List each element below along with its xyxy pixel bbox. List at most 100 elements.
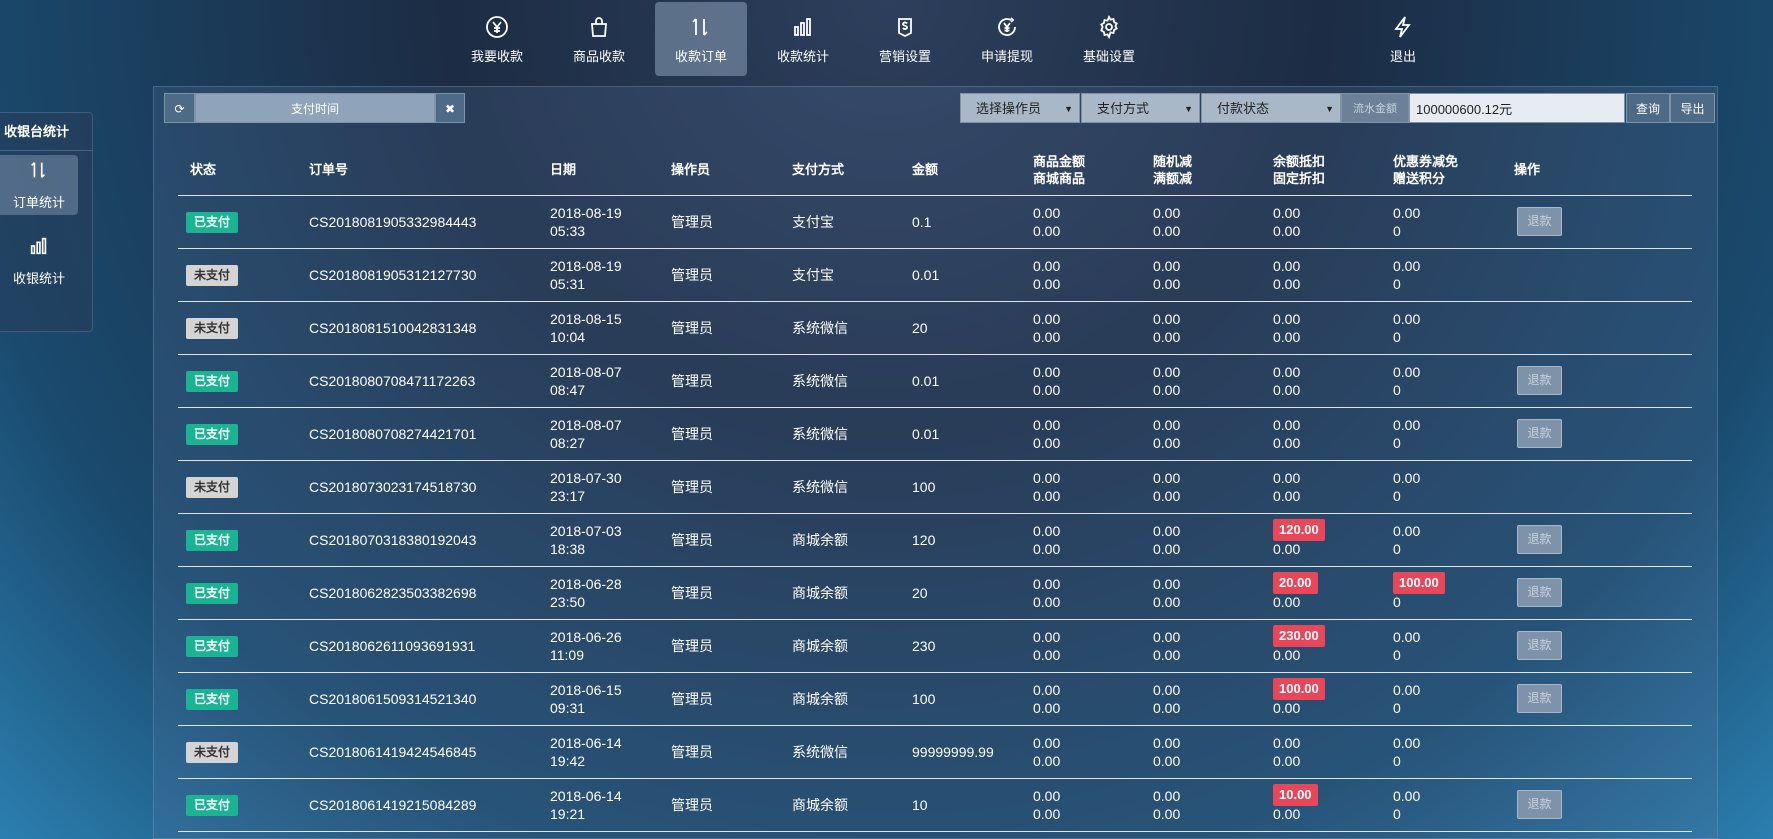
refund-button[interactable]: 退款	[1517, 419, 1562, 448]
refund-button[interactable]: 退款	[1517, 684, 1562, 713]
operator: 管理员	[671, 744, 713, 760]
coupon-amounts: 0.00 0	[1393, 204, 1420, 240]
nav-payment-stats[interactable]: 收款统计	[757, 2, 849, 76]
order-time: 19:42	[550, 753, 586, 769]
nav-payment-orders[interactable]: 收款订单	[655, 2, 747, 76]
coupon-amounts: 0.00 0	[1393, 522, 1420, 558]
amount: 100	[912, 691, 936, 707]
mall-goods-amount: 0.00	[1033, 329, 1061, 345]
order-datetime: 2018-06-28 23:50	[550, 575, 622, 611]
random-discount: 0.00	[1153, 523, 1181, 539]
bonus-points: 0	[1393, 594, 1401, 610]
header-random-line2: 满额减	[1153, 171, 1193, 186]
nav-receive-payment[interactable]: 我要收款	[451, 2, 543, 76]
full-reduction: 0.00	[1153, 541, 1181, 557]
random-amounts: 0.00 0.00	[1153, 681, 1180, 717]
coupon-reduction-tag: 100.00	[1393, 572, 1445, 594]
pay-method-select[interactable]: 支付方式 ▼	[1081, 93, 1200, 123]
refund-button[interactable]: 退款	[1517, 790, 1562, 819]
coupon-amounts: 0.00 0	[1393, 787, 1420, 823]
full-reduction: 0.00	[1153, 435, 1181, 451]
order-date: 2018-08-07	[550, 417, 622, 433]
coupon-amounts: 0.00 0	[1393, 734, 1420, 770]
status-badge: 未支付	[186, 318, 239, 339]
coupon-amounts: 0.00 0	[1393, 681, 1420, 717]
order-datetime: 2018-07-03 18:38	[550, 522, 622, 558]
operator-select[interactable]: 选择操作员 ▼	[960, 93, 1080, 123]
order-no: CS2018062823503382698	[309, 585, 477, 601]
operator: 管理员	[671, 479, 713, 495]
amount: 230	[912, 638, 936, 654]
nav-logout[interactable]: 退出	[1357, 2, 1449, 76]
filter-toolbar: ⟳ 支付时间 ✖ 选择操作员 ▼ 支付方式 ▼ 付款状态 ▼ 流水金额 查询 导…	[164, 93, 1715, 123]
operator: 管理员	[671, 638, 713, 654]
random-discount: 0.00	[1153, 417, 1181, 433]
coupon-reduction: 0.00	[1393, 682, 1421, 698]
header-amount: 金额	[912, 162, 939, 177]
pay-method: 商城余额	[792, 585, 848, 601]
order-datetime: 2018-06-15 09:31	[550, 681, 622, 717]
mall-goods-amount: 0.00	[1033, 700, 1061, 716]
refund-button[interactable]: 退款	[1517, 366, 1562, 395]
goods-amount: 0.00	[1033, 311, 1061, 327]
order-time: 23:17	[550, 488, 586, 504]
operator: 管理员	[671, 532, 713, 548]
clear-time-button[interactable]: ✖	[435, 93, 465, 123]
refund-button[interactable]: 退款	[1517, 631, 1562, 660]
full-reduction: 0.00	[1153, 488, 1181, 504]
header-goods-line1: 商品金额	[1033, 154, 1086, 169]
table-row: 已支付 CS2018080708471172263 2018-08-07 08:…	[178, 355, 1692, 408]
nav-marketing-settings[interactable]: 营销设置	[859, 2, 951, 76]
full-reduction: 0.00	[1153, 700, 1181, 716]
full-reduction: 0.00	[1153, 594, 1181, 610]
balance-amounts: 0.00 0.00	[1273, 310, 1300, 346]
coupon-reduction: 0.00	[1393, 629, 1421, 645]
order-time: 11:09	[550, 647, 584, 663]
full-reduction: 0.00	[1153, 223, 1181, 239]
nav-basic-settings[interactable]: 基础设置	[1063, 2, 1155, 76]
balance-amounts: 10.00 0.00	[1273, 784, 1318, 823]
balance-deduction-tag: 120.00	[1273, 519, 1325, 541]
operator-select-value: 选择操作员	[976, 101, 1042, 116]
status-badge: 已支付	[186, 583, 239, 604]
refund-button[interactable]: 退款	[1517, 578, 1562, 607]
bonus-points: 0	[1393, 329, 1401, 345]
refresh-button[interactable]: ⟳	[164, 93, 195, 123]
side-item-order-stats[interactable]: 订单统计	[0, 155, 78, 215]
pay-time-picker[interactable]: 支付时间	[195, 93, 435, 123]
random-amounts: 0.00 0.00	[1153, 204, 1180, 240]
random-discount: 0.00	[1153, 788, 1181, 804]
export-button[interactable]: 导出	[1670, 93, 1715, 123]
bonus-points: 0	[1393, 435, 1401, 451]
side-item-cashier-stats[interactable]: 收银统计	[0, 231, 78, 291]
order-no: CS2018080708274421701	[309, 426, 477, 442]
header-status: 状态	[190, 162, 217, 177]
order-time: 05:33	[550, 223, 586, 239]
status-badge: 已支付	[186, 689, 239, 710]
caret-down-icon: ▼	[1184, 104, 1193, 114]
order-time: 08:27	[550, 435, 586, 451]
fixed-discount: 0.00	[1273, 594, 1301, 610]
pay-status-select[interactable]: 付款状态 ▼	[1201, 93, 1341, 123]
refund-button[interactable]: 退款	[1517, 525, 1562, 554]
query-button[interactable]: 查询	[1626, 93, 1670, 123]
order-no: CS2018073023174518730	[309, 479, 477, 495]
balance-deduction-tag: 10.00	[1273, 784, 1318, 806]
nav-goods-payment[interactable]: 商品收款	[553, 2, 645, 76]
order-no: CS2018081905312127730	[309, 267, 477, 283]
side-item-label: 订单统计	[12, 195, 65, 210]
order-time: 10:04	[550, 329, 586, 345]
goods-amount: 0.00	[1033, 258, 1061, 274]
goods-amounts: 0.00 0.00	[1033, 522, 1060, 558]
coupon-reduction: 0.00	[1393, 523, 1421, 539]
fixed-discount: 0.00	[1273, 488, 1301, 504]
bonus-points: 0	[1393, 753, 1401, 769]
random-amounts: 0.00 0.00	[1153, 734, 1180, 770]
table-row: 已支付 CS2018081905332984443 2018-08-19 05:…	[178, 196, 1692, 249]
balance-amounts: 230.00 0.00	[1273, 625, 1325, 664]
refund-button[interactable]: 退款	[1517, 207, 1562, 236]
goods-amounts: 0.00 0.00	[1033, 257, 1060, 293]
nav-apply-withdraw[interactable]: 申请提现	[961, 2, 1053, 76]
nav-label: 营销设置	[878, 49, 931, 64]
amount-input[interactable]	[1409, 93, 1625, 123]
